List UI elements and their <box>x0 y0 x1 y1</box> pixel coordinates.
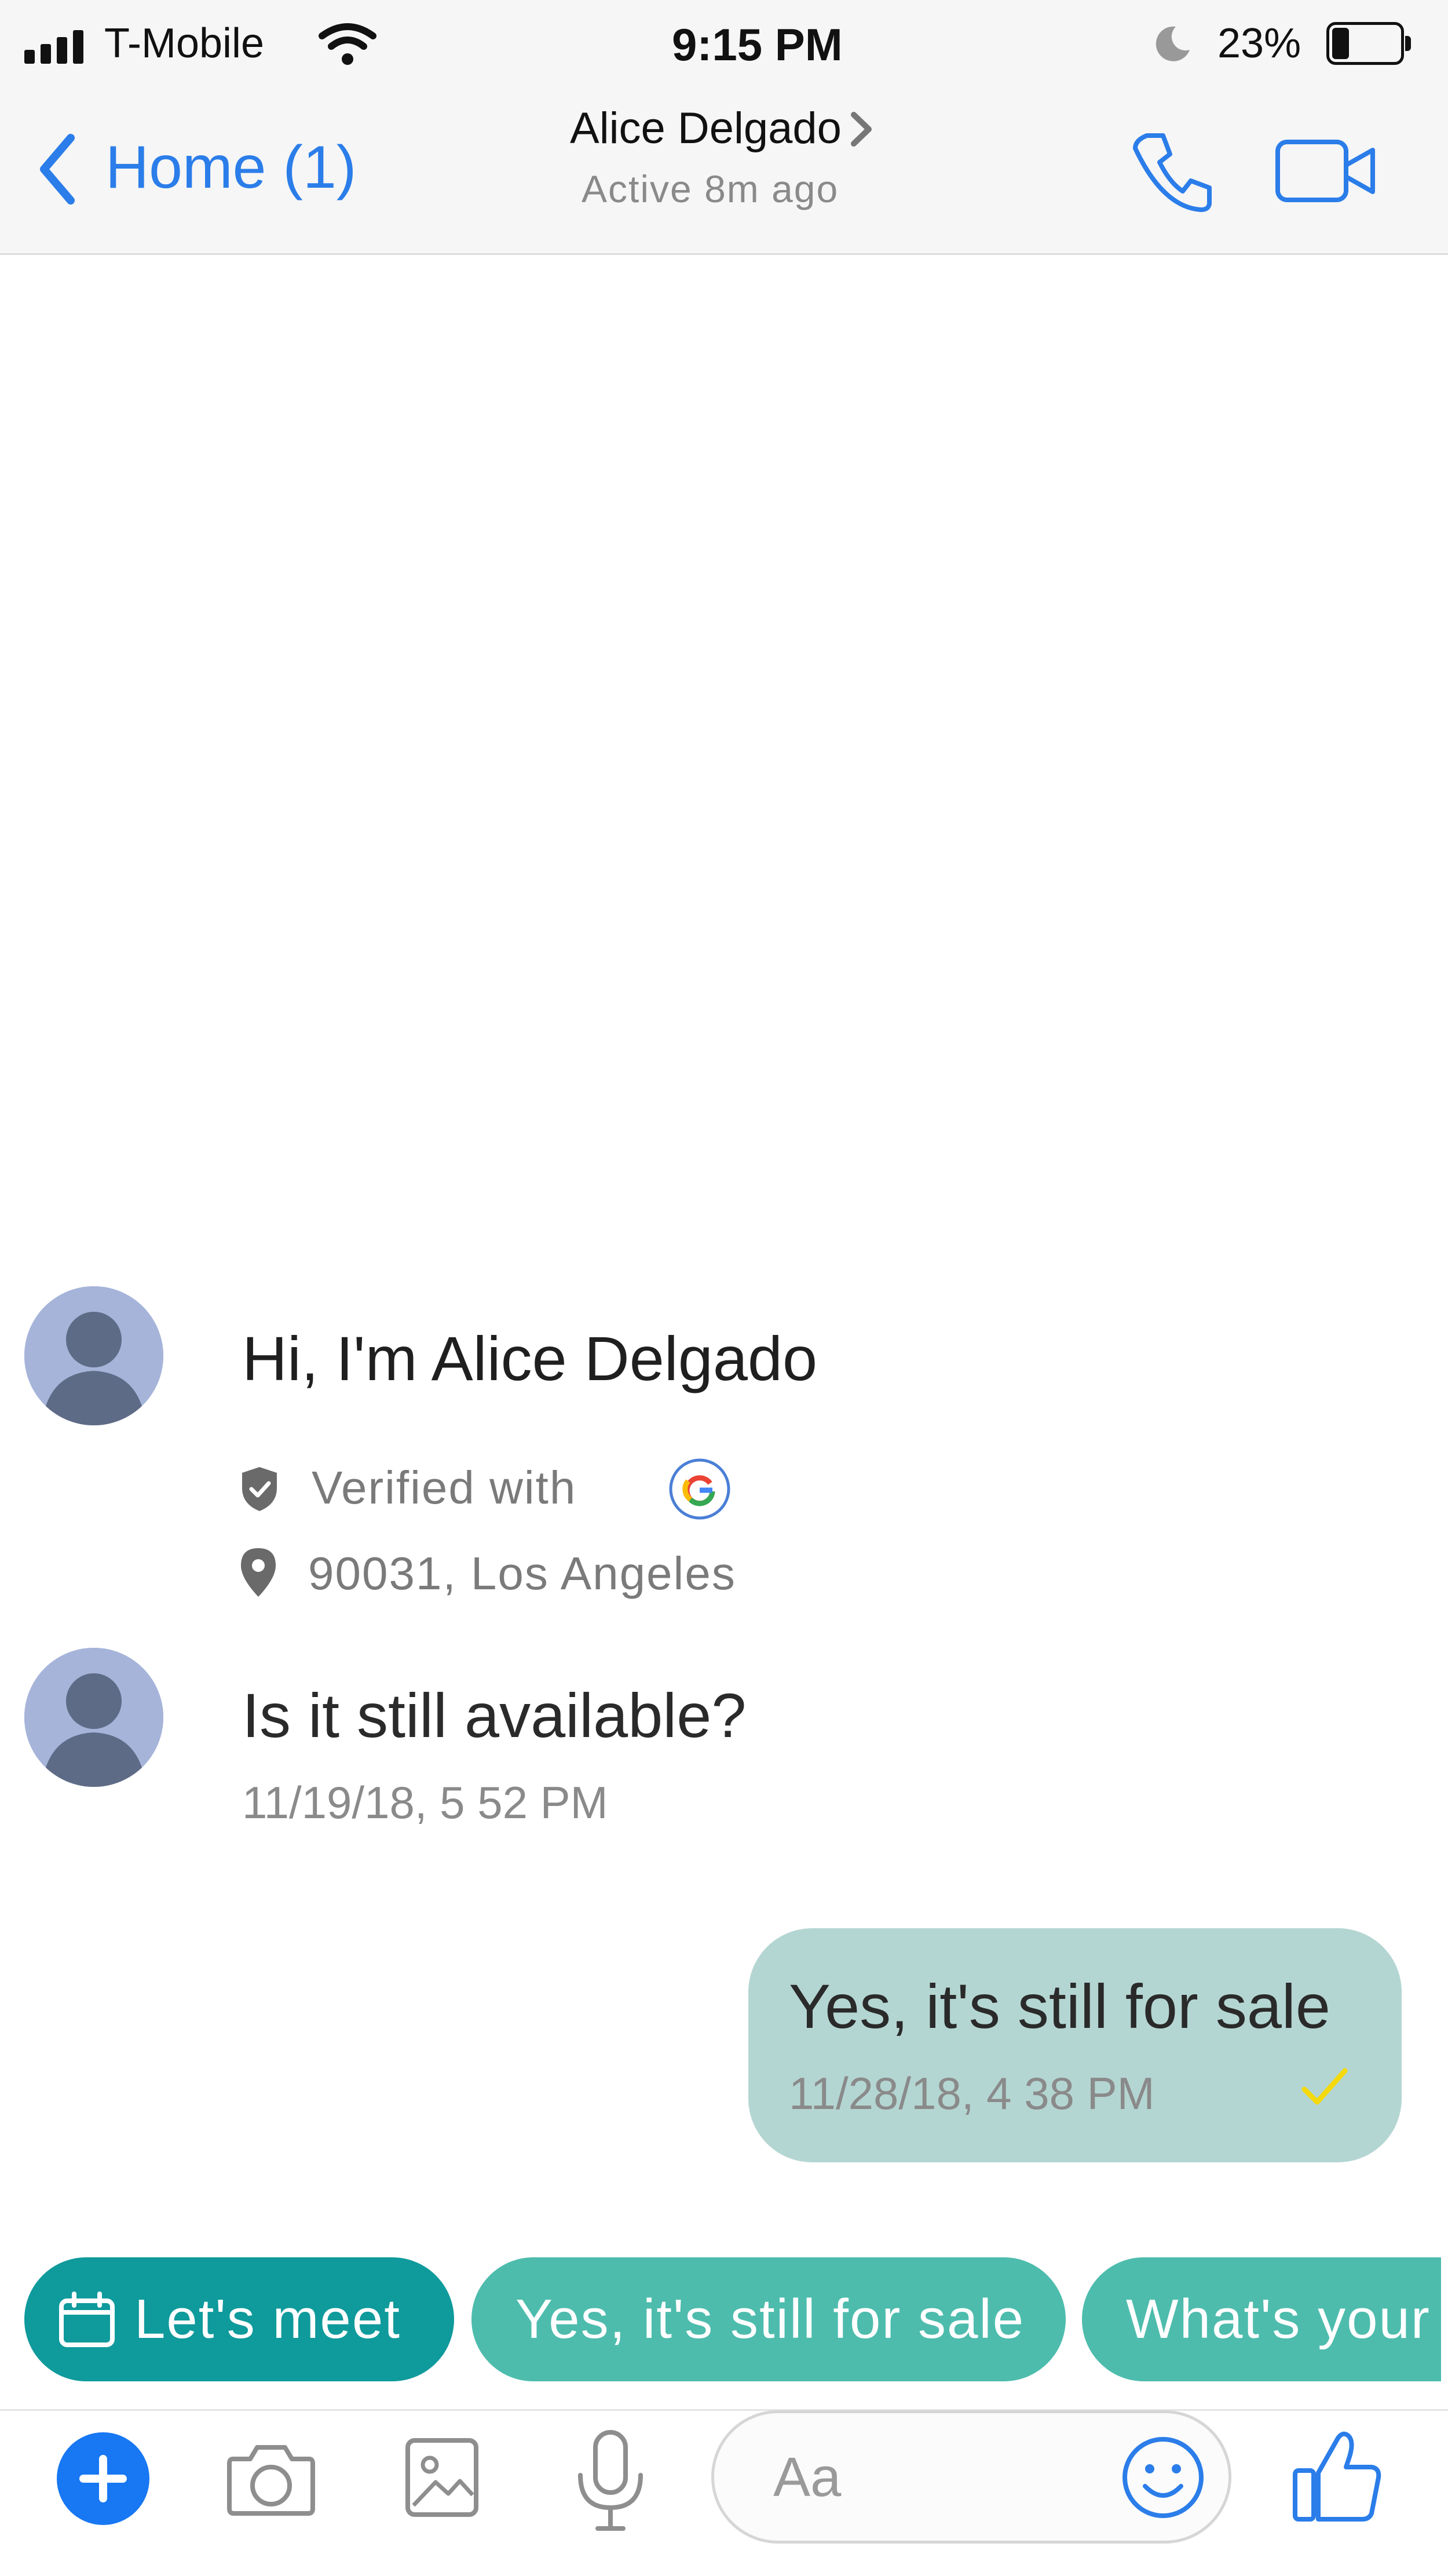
contact-name: Alice Delgado <box>570 104 842 153</box>
location-pin-icon <box>241 1548 276 1597</box>
incoming-message[interactable]: Is it still available? 11/19/18, 5 52 PM <box>242 1679 937 1841</box>
battery-icon <box>1326 22 1411 65</box>
profile-greeting: Hi, I'm Alice Delgado <box>242 1323 818 1393</box>
message-timestamp: 11/19/18, 5 52 PM <box>242 1777 608 1828</box>
google-icon <box>669 1458 730 1520</box>
contact-header[interactable]: Alice Delgado Active 8m ago <box>556 98 904 220</box>
message-input[interactable] <box>772 2436 1099 2519</box>
checkmark-icon <box>1301 2068 1348 2105</box>
image-icon[interactable] <box>404 2437 480 2518</box>
chevron-left-icon <box>40 134 75 205</box>
verified-label: Verified with <box>312 1462 577 1513</box>
shield-check-icon <box>242 1467 277 1511</box>
avatar[interactable] <box>24 1286 163 1425</box>
carrier-name: T-Mobile <box>104 20 265 67</box>
camera-icon[interactable] <box>225 2437 317 2518</box>
quick-reply-still-for-sale[interactable]: Yes, it's still for sale <box>471 2257 1066 2381</box>
plus-icon <box>79 2455 127 2502</box>
person-silhouette-icon <box>24 1648 163 1787</box>
location-label: 90031, Los Angeles <box>308 1548 736 1599</box>
microphone-icon[interactable] <box>575 2429 646 2533</box>
video-camera-icon[interactable] <box>1274 136 1378 206</box>
avatar[interactable] <box>24 1648 163 1787</box>
status-time: 9:15 PM <box>672 19 843 70</box>
phone-icon[interactable] <box>1129 127 1216 214</box>
add-button[interactable] <box>57 2432 149 2525</box>
quick-reply-whats-your[interactable]: What's your <box>1082 2257 1441 2381</box>
active-status: Active 8m ago <box>582 167 839 210</box>
wifi-icon <box>319 23 376 65</box>
status-bar: T-Mobile 9:15 PM 23% <box>0 0 1448 87</box>
smiley-icon[interactable] <box>1120 2434 1206 2521</box>
moon-icon <box>1156 26 1190 61</box>
quick-reply-lets-meet[interactable]: Let's meet <box>24 2257 454 2381</box>
quick-reply-label: Let's meet <box>134 2288 401 2350</box>
message-text: Yes, it's still for sale <box>789 1971 1330 2041</box>
quick-reply-label: What's your <box>1126 2288 1431 2350</box>
composer-divider <box>0 2409 1448 2411</box>
calendar-icon <box>59 2292 115 2347</box>
back-label: Home (1) <box>105 134 357 201</box>
message-composer[interactable] <box>711 2410 1231 2544</box>
message-text: Is it still available? <box>242 1680 747 1750</box>
thumbs-up-icon[interactable] <box>1290 2427 1383 2525</box>
outgoing-message[interactable]: Yes, it's still for sale 11/28/18, 4 38 … <box>748 1928 1402 2162</box>
back-button[interactable]: Home (1) <box>29 122 376 214</box>
top-bar: T-Mobile 9:15 PM 23% Home (1) Alice Delg… <box>0 0 1448 255</box>
message-timestamp: 11/28/18, 4 38 PM <box>789 2068 1155 2119</box>
battery-percent: 23% <box>1217 20 1301 67</box>
signal-bars-icon <box>24 30 83 64</box>
chevron-right-icon <box>851 112 872 147</box>
header-divider <box>0 253 1448 255</box>
person-silhouette-icon <box>24 1286 163 1425</box>
quick-reply-label: Yes, it's still for sale <box>515 2288 1025 2350</box>
